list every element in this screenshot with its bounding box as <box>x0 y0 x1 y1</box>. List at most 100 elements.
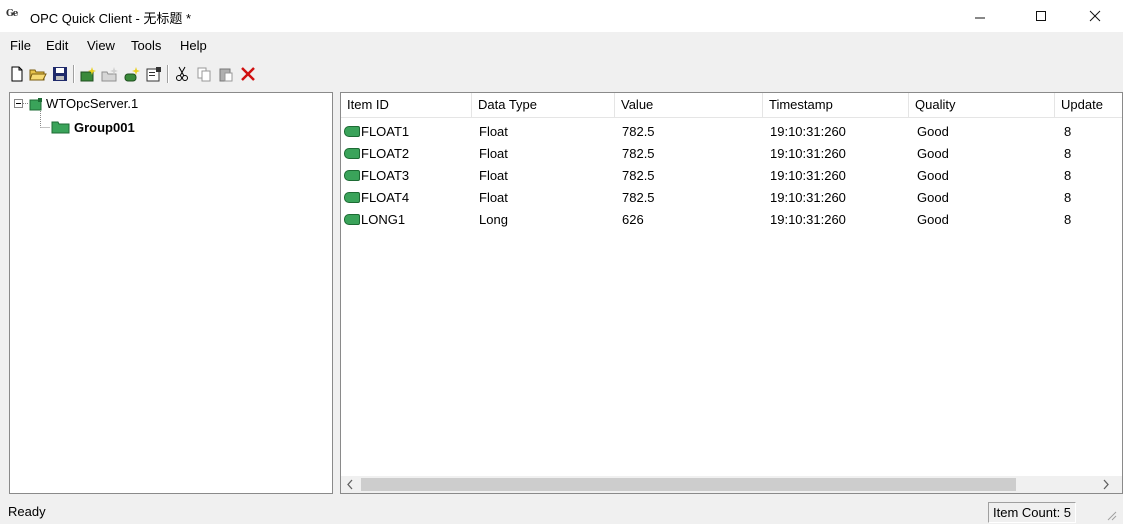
paste-icon <box>219 68 233 82</box>
open-folder-icon <box>29 69 47 81</box>
window-title: OPC Quick Client - 无标题 * <box>30 11 192 26</box>
cell-update: 8 <box>1064 190 1072 205</box>
menu-edit[interactable]: Edit <box>46 38 68 53</box>
cell-data-type: Float <box>479 124 508 139</box>
col-value[interactable]: Value <box>615 93 763 117</box>
server-icon <box>29 98 42 111</box>
minimize-icon <box>975 17 985 19</box>
minimize-button[interactable] <box>957 0 1003 32</box>
properties-icon <box>146 67 161 82</box>
new-file-button[interactable] <box>6 63 28 85</box>
cell-item-id: FLOAT2 <box>361 146 410 161</box>
cell-value: 782.5 <box>622 124 655 139</box>
toolbar-separator <box>73 65 75 83</box>
tag-icon <box>344 192 360 203</box>
cell-item-id: FLOAT4 <box>361 190 410 205</box>
cell-value: 626 <box>622 212 644 227</box>
cell-value: 782.5 <box>622 190 655 205</box>
cell-value: 782.5 <box>622 146 655 161</box>
server-tree[interactable]: WTOpcServer.1 Group001 <box>9 92 333 494</box>
scroll-right-icon[interactable] <box>1101 479 1111 490</box>
table-row[interactable]: FLOAT2 Float 782.5 19:10:31:260 Good 8 <box>341 143 1122 164</box>
menu-view[interactable]: View <box>87 38 115 53</box>
toolbar <box>0 60 1123 88</box>
new-item-icon <box>124 67 140 82</box>
maximize-icon <box>1036 11 1046 21</box>
cell-timestamp: 19:10:31:260 <box>770 190 846 205</box>
cut-icon <box>176 66 188 81</box>
items-list[interactable]: Item ID Data Type Value Timestamp Qualit… <box>340 92 1123 494</box>
menu-help[interactable]: Help <box>180 38 207 53</box>
cell-update: 8 <box>1064 168 1072 183</box>
col-update[interactable]: Update <box>1055 93 1122 117</box>
collapse-toggle[interactable] <box>14 99 23 108</box>
scrollbar-thumb[interactable] <box>361 478 1016 491</box>
table-row[interactable]: LONG1 Long 626 19:10:31:260 Good 8 <box>341 209 1122 230</box>
delete-button[interactable] <box>237 63 259 85</box>
close-button[interactable] <box>1072 0 1118 32</box>
tag-icon <box>344 214 360 225</box>
cell-timestamp: 19:10:31:260 <box>770 124 846 139</box>
menu-bar: File Edit View Tools Help <box>0 36 1123 58</box>
open-button[interactable] <box>27 63 49 85</box>
tag-icon <box>344 148 360 159</box>
cell-update: 8 <box>1064 124 1072 139</box>
new-item-button[interactable] <box>121 63 143 85</box>
cell-value: 782.5 <box>622 168 655 183</box>
col-quality[interactable]: Quality <box>909 93 1055 117</box>
cell-item-id: FLOAT1 <box>361 124 410 139</box>
title-bar: Ge OPC Quick Client - 无标题 * <box>0 0 1123 32</box>
paste-button[interactable] <box>215 63 237 85</box>
col-item-id[interactable]: Item ID <box>341 93 472 117</box>
copy-icon <box>197 67 211 82</box>
horizontal-scrollbar[interactable] <box>341 476 1122 493</box>
status-text: Ready <box>8 504 46 519</box>
cell-data-type: Float <box>479 190 508 205</box>
item-count: Item Count: 5 <box>988 502 1077 523</box>
cell-timestamp: 19:10:31:260 <box>770 168 846 183</box>
table-row[interactable]: FLOAT1 Float 782.5 19:10:31:260 Good 8 <box>341 121 1122 142</box>
cell-item-id: LONG1 <box>361 212 406 227</box>
cell-update: 8 <box>1064 146 1072 161</box>
cut-button[interactable] <box>171 63 193 85</box>
new-server-button[interactable] <box>77 63 99 85</box>
copy-button[interactable] <box>193 63 215 85</box>
delete-icon <box>241 67 255 81</box>
cell-quality: Good <box>917 124 949 139</box>
cell-data-type: Float <box>479 168 508 183</box>
properties-button[interactable] <box>143 63 165 85</box>
tree-server-node[interactable]: WTOpcServer.1 <box>46 96 138 111</box>
table-row[interactable]: FLOAT3 Float 782.5 19:10:31:260 Good 8 <box>341 165 1122 186</box>
toolbar-separator <box>167 65 169 83</box>
cell-timestamp: 19:10:31:260 <box>770 146 846 161</box>
status-bar: Ready Item Count: 5 <box>0 500 1123 524</box>
table-row[interactable]: FLOAT4 Float 782.5 19:10:31:260 Good 8 <box>341 187 1122 208</box>
cell-data-type: Long <box>479 212 508 227</box>
folder-icon <box>51 121 70 134</box>
tag-icon <box>344 170 360 181</box>
close-icon <box>1089 10 1101 22</box>
new-file-icon <box>11 66 23 82</box>
menu-file[interactable]: File <box>10 38 31 53</box>
cell-quality: Good <box>917 168 949 183</box>
scroll-left-icon[interactable] <box>345 479 355 490</box>
cell-data-type: Float <box>479 146 508 161</box>
list-header: Item ID Data Type Value Timestamp Qualit… <box>341 93 1122 118</box>
tree-group-node[interactable]: Group001 <box>74 120 135 135</box>
save-button[interactable] <box>49 63 71 85</box>
cell-update: 8 <box>1064 212 1072 227</box>
col-data-type[interactable]: Data Type <box>472 93 615 117</box>
col-timestamp[interactable]: Timestamp <box>763 93 909 117</box>
new-group-icon <box>101 67 118 82</box>
menu-tools[interactable]: Tools <box>131 38 161 53</box>
new-group-button[interactable] <box>99 63 121 85</box>
new-server-icon <box>80 67 96 82</box>
tag-icon <box>344 126 360 137</box>
cell-quality: Good <box>917 146 949 161</box>
cell-timestamp: 19:10:31:260 <box>770 212 846 227</box>
maximize-button[interactable] <box>1018 0 1064 32</box>
cell-item-id: FLOAT3 <box>361 168 410 183</box>
save-icon <box>53 67 67 81</box>
resize-grip-icon[interactable] <box>1105 509 1117 521</box>
app-icon: Ge <box>6 9 18 19</box>
